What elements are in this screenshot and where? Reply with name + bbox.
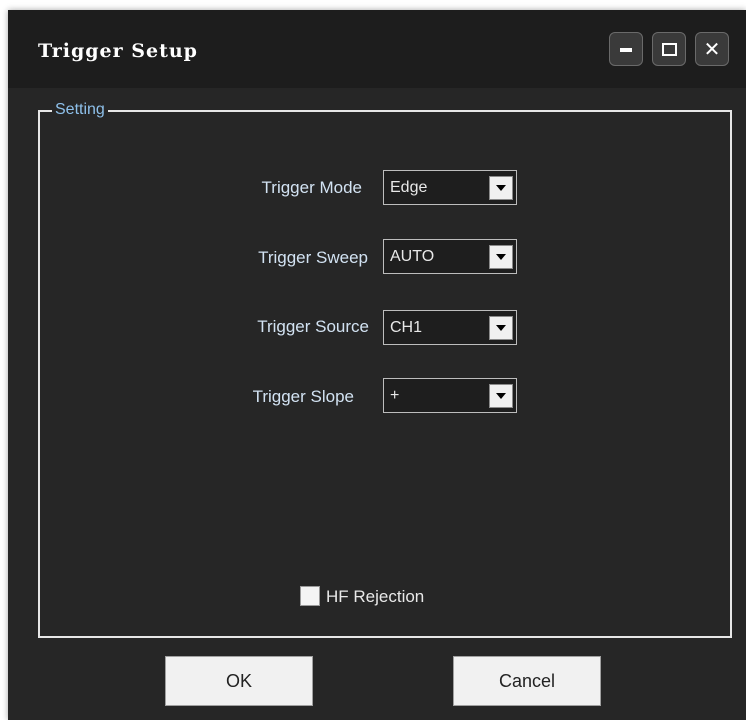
ok-button[interactable]: OK [165,656,313,706]
trigger-source-label: Trigger Source [257,317,369,336]
maximize-icon [661,42,677,56]
cancel-button[interactable]: Cancel [453,656,601,706]
trigger-slope-value: + [390,387,400,404]
trigger-source-value: CH1 [390,319,423,336]
trigger-slope-select[interactable]: + [383,378,517,413]
trigger-setup-window: Trigger Setup ✕ Setting Trigger Mode Edg… [8,10,746,720]
dropdown-arrow-icon[interactable] [489,176,513,200]
trigger-slope-label: Trigger Slope [252,387,354,406]
window-title: Trigger Setup [38,40,198,62]
dropdown-arrow-icon[interactable] [489,384,513,408]
close-button[interactable]: ✕ [695,32,729,66]
minimize-button[interactable] [609,32,643,66]
trigger-source-select[interactable]: CH1 [383,310,517,345]
setting-group-label: Setting [52,101,108,119]
minimize-icon [620,48,632,52]
maximize-button[interactable] [652,32,686,66]
close-icon: ✕ [703,37,721,61]
hf-rejection-checkbox[interactable] [300,586,320,606]
trigger-mode-select[interactable]: Edge [383,170,517,205]
trigger-mode-label: Trigger Mode [261,178,362,197]
trigger-sweep-value: AUTO [390,248,435,265]
dropdown-arrow-icon[interactable] [489,245,513,269]
title-bar[interactable]: Trigger Setup ✕ [8,10,746,88]
trigger-sweep-select[interactable]: AUTO [383,239,517,274]
dropdown-arrow-icon[interactable] [489,316,513,340]
trigger-sweep-label: Trigger Sweep [258,248,368,267]
setting-groupbox: Setting Trigger Mode Edge Trigger Sweep … [38,101,732,638]
trigger-mode-value: Edge [390,179,428,196]
hf-rejection-label[interactable]: HF Rejection [326,587,424,607]
